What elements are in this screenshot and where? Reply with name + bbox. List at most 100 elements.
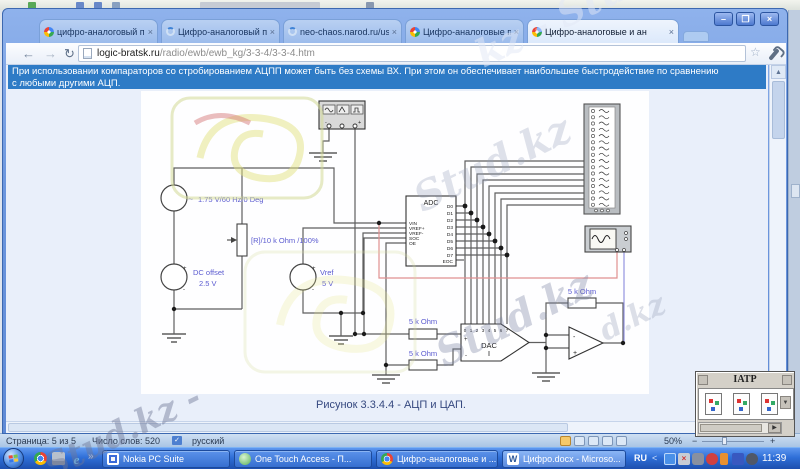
- iatp-scroll-thumb[interactable]: [700, 424, 762, 432]
- new-tab-button[interactable]: [683, 31, 709, 42]
- bookmark-star-icon[interactable]: ☆: [750, 45, 761, 59]
- word-zoom-out[interactable]: −: [692, 436, 697, 446]
- svg-text:-: -: [465, 353, 467, 359]
- svg-text:~: ~: [188, 194, 193, 204]
- spellcheck-icon[interactable]: ✓: [172, 436, 182, 445]
- iatp-panel: IATP ▼ ▶: [695, 371, 795, 437]
- network-icon[interactable]: [664, 453, 676, 465]
- address-bar[interactable]: logic-bratsk.ru/radio/ewb/ewb_kg/3-3-4/3…: [78, 45, 746, 62]
- svg-text:D7: D7: [447, 253, 453, 259]
- word-wordcount[interactable]: Число слов: 520: [92, 436, 160, 446]
- start-button[interactable]: [3, 448, 24, 469]
- word-view-outline[interactable]: [602, 436, 613, 446]
- resistor-dac-plus[interactable]: 5 k Ohm: [408, 317, 438, 340]
- word-view-web[interactable]: [588, 436, 599, 446]
- quicklaunch-ie-icon[interactable]: e: [70, 452, 83, 467]
- iatp-dropdown-icon[interactable]: ▼: [780, 396, 791, 409]
- logic-analyzer[interactable]: [583, 103, 621, 215]
- close-button[interactable]: ×: [760, 12, 779, 26]
- svg-text:+: +: [464, 337, 468, 343]
- tab-1[interactable]: цифро-аналоговый прес ×: [39, 19, 158, 43]
- file-icon[interactable]: [733, 393, 750, 415]
- horizontal-scroll-thumb[interactable]: [8, 423, 568, 432]
- svg-text:-: -: [312, 287, 314, 293]
- chrome-icon: [381, 453, 393, 465]
- file-icon[interactable]: [761, 393, 778, 415]
- forward-icon[interactable]: →: [44, 46, 57, 61]
- tab-label: Цифро-аналоговый прес: [178, 26, 267, 37]
- back-icon[interactable]: ←: [22, 46, 35, 61]
- taskbar-button-chrome[interactable]: Цифро-аналоговые и ...: [376, 450, 498, 468]
- maximize-button[interactable]: ❐: [736, 12, 755, 26]
- taskbar-button-nokia[interactable]: Nokia PC Suite: [102, 450, 230, 468]
- horizontal-scrollbar[interactable]: ▶: [6, 421, 768, 433]
- word-view-print-layout[interactable]: [560, 436, 571, 446]
- battery-icon[interactable]: [720, 453, 728, 465]
- quicklaunch-chevron[interactable]: »: [88, 451, 94, 462]
- word-icon: W: [507, 453, 519, 465]
- taskbar-clock[interactable]: 11:39: [762, 453, 786, 464]
- resistor-dac-minus[interactable]: 5 k Ohm: [408, 349, 438, 371]
- tab-label: Цифро-аналоговые прес: [423, 26, 511, 37]
- file-icon[interactable]: [705, 393, 722, 415]
- language-indicator[interactable]: RU: [634, 453, 647, 463]
- selected-text-line2: с любыми другими АЦП.: [12, 77, 121, 89]
- desktop-screen: Страница: 5 из 5 Число слов: 520 ✓ русск…: [0, 0, 800, 469]
- dc-source[interactable]: + - DC offset 2.5 V: [160, 263, 225, 293]
- iatp-scroll-right-icon[interactable]: ▶: [768, 423, 781, 433]
- browser-toolbar: ← → ↻ logic-bratsk.ru/radio/ewb/ewb_kg/3…: [6, 43, 786, 65]
- vref-source[interactable]: + - Vref 5 V: [289, 263, 334, 293]
- taskbar-button-onetouch[interactable]: One Touch Access - П...: [234, 450, 372, 468]
- word-language[interactable]: русский: [192, 436, 224, 446]
- wrench-menu-icon[interactable]: [768, 48, 780, 61]
- quicklaunch-chrome-icon[interactable]: [34, 452, 47, 465]
- tab-close-icon[interactable]: ×: [514, 27, 519, 37]
- windows-logo-icon: [8, 454, 19, 463]
- tab-5-active[interactable]: Цифро-аналоговые и ан ×: [527, 19, 679, 43]
- selected-paragraph[interactable]: При использовании компараторов со строби…: [8, 65, 766, 89]
- svg-text:OE: OE: [409, 241, 416, 247]
- word-view-draft[interactable]: [616, 436, 627, 446]
- vertical-scroll-thumb[interactable]: [772, 81, 785, 139]
- opamp[interactable]: - +: [568, 326, 605, 360]
- muted-speaker-icon[interactable]: ×: [678, 453, 690, 465]
- word-view-fullscreen[interactable]: [574, 436, 585, 446]
- tray-app-icon[interactable]: [732, 453, 744, 465]
- word-zoom-slider[interactable]: [702, 441, 764, 442]
- tab-close-icon[interactable]: ×: [270, 27, 275, 37]
- tab-4[interactable]: Цифро-аналоговые прес ×: [405, 19, 524, 43]
- phone-icon[interactable]: [692, 453, 704, 465]
- google-favicon: [44, 26, 54, 37]
- adc-block[interactable]: ADC VIN VREF+ VREF- SOC OE D0 D1 D2 D3 D…: [405, 195, 457, 267]
- disconnect-icon[interactable]: [706, 453, 718, 465]
- tab-close-icon[interactable]: ×: [669, 27, 674, 37]
- function-generator[interactable]: - +: [318, 100, 366, 130]
- tab-2[interactable]: Цифро-аналоговый прес ×: [161, 19, 280, 43]
- quicklaunch-device-icon[interactable]: [52, 452, 65, 465]
- word-zoom-slider-thumb[interactable]: [722, 437, 727, 445]
- iatp-scrollbar[interactable]: ▶: [698, 422, 782, 434]
- word-zoom-level[interactable]: 50%: [664, 436, 682, 446]
- iatp-window-button[interactable]: [782, 375, 792, 385]
- clock-tray-icon[interactable]: [746, 453, 758, 465]
- scroll-up-icon[interactable]: ▲: [771, 65, 786, 79]
- ac-source[interactable]: ~ 1.75 V/60 Hz/0 Deg: [160, 184, 263, 212]
- word-zoom-in[interactable]: +: [770, 436, 775, 446]
- oscilloscope[interactable]: [584, 225, 632, 253]
- dac-block[interactable]: 0 1 2 3 4 5 6 7 + - DAC: [460, 323, 530, 362]
- tray-chevron[interactable]: <: [652, 453, 657, 463]
- reload-icon[interactable]: ↻: [64, 46, 75, 62]
- tab-close-icon[interactable]: ×: [392, 27, 397, 37]
- word-page-indicator[interactable]: Страница: 5 из 5: [6, 436, 76, 446]
- taskbar-button-word[interactable]: W Цифро.docx - Microso...: [502, 450, 626, 468]
- tab-close-icon[interactable]: ×: [148, 27, 153, 37]
- generator-minus: -: [325, 120, 327, 126]
- tab-label: цифро-аналоговый прес: [57, 26, 145, 37]
- minimize-button[interactable]: –: [714, 12, 733, 26]
- resistor-feedback[interactable]: 5 k Ohm: [567, 287, 597, 309]
- potentiometer[interactable]: [R]/10 k Ohm /100%: [227, 223, 319, 257]
- taskbar-button-label: Цифро.docx - Microso...: [523, 454, 621, 464]
- tab-3[interactable]: neo-chaos.narod.ru/usef ×: [283, 19, 402, 43]
- word-scroll-button[interactable]: [791, 184, 800, 198]
- vertical-scrollbar[interactable]: ▲ ▼: [769, 65, 786, 421]
